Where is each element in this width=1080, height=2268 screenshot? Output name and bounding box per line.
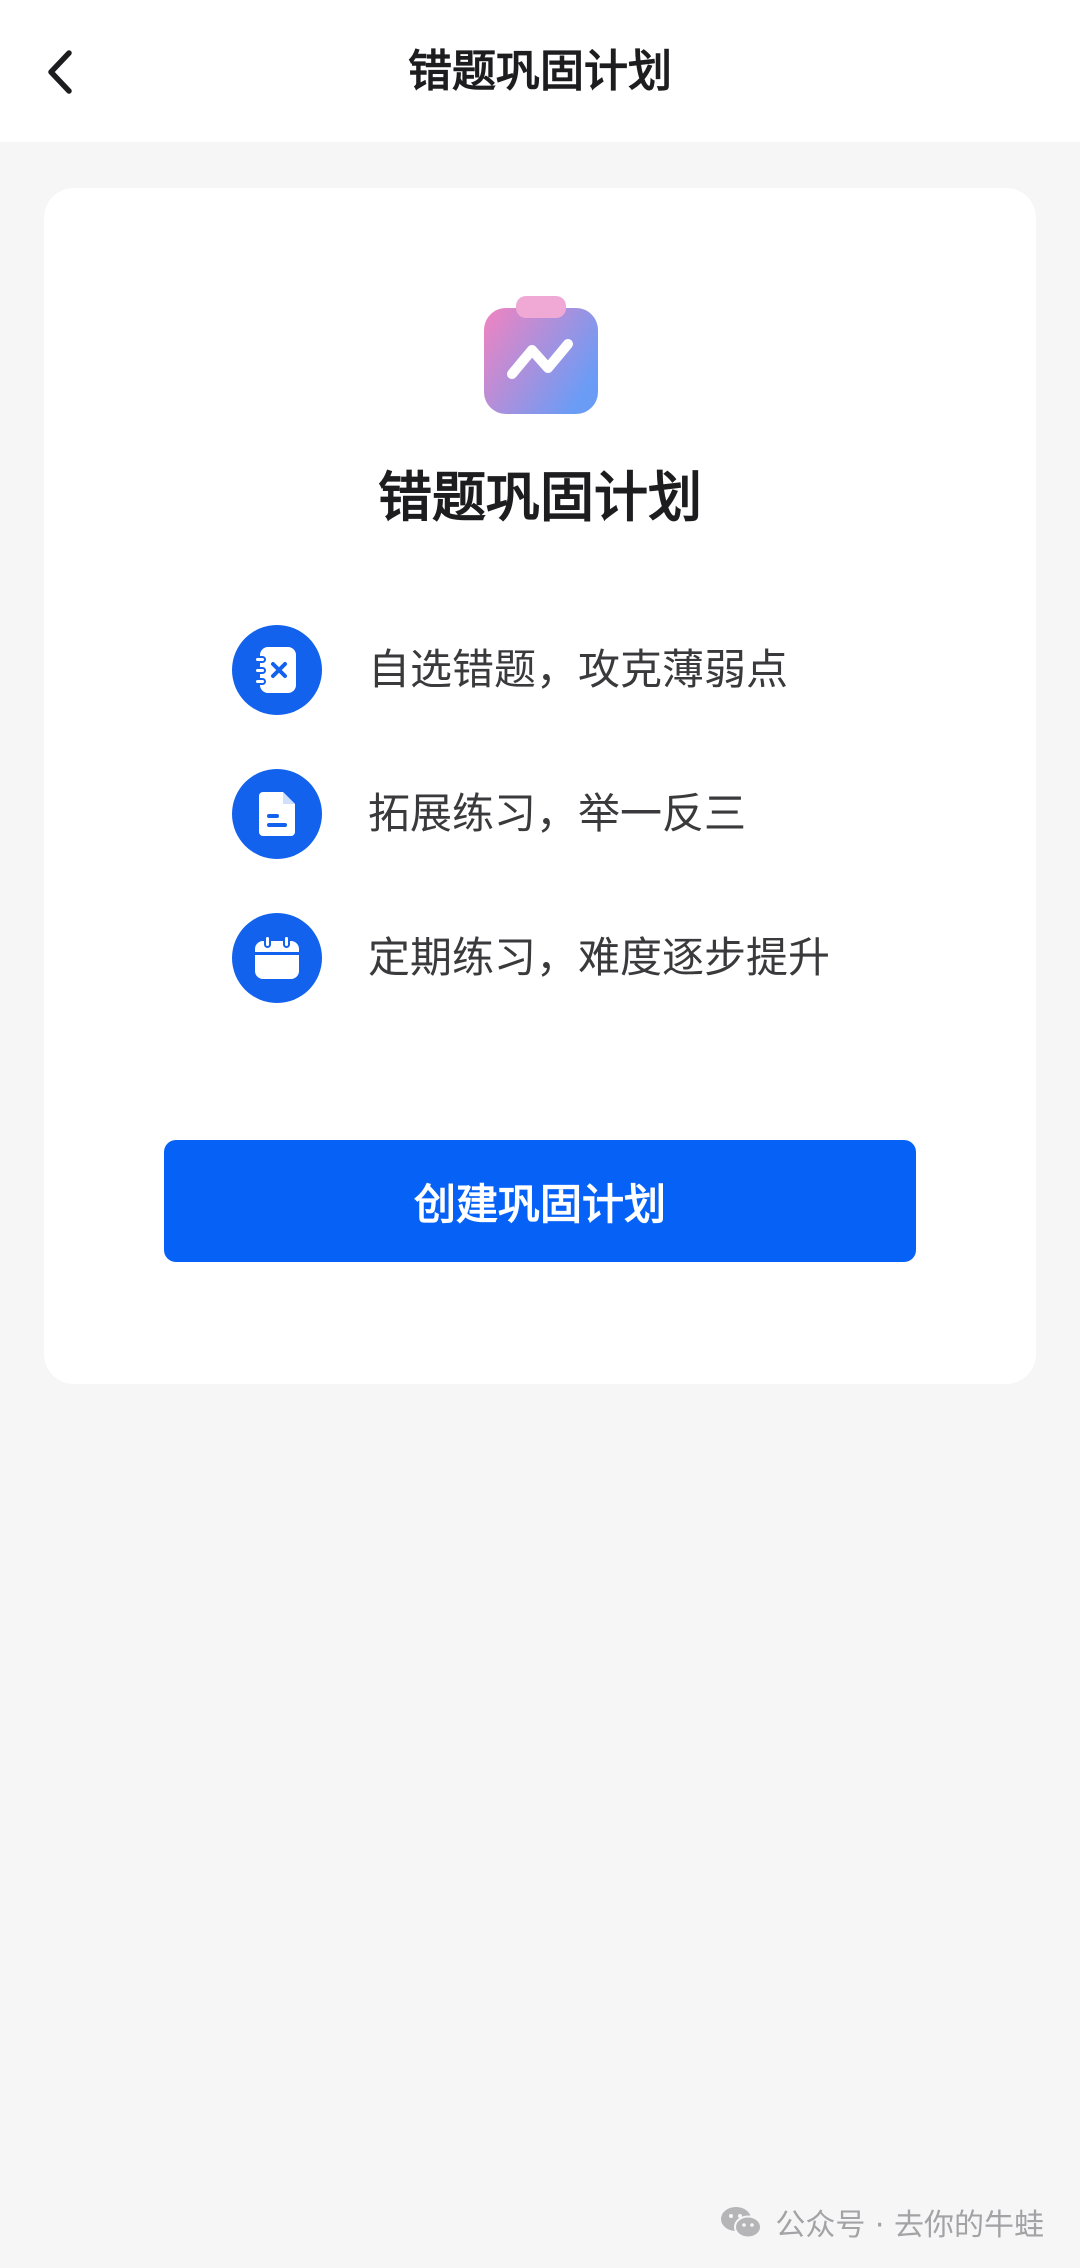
feature-text: 拓展练习，举一反三 [368,789,747,838]
feature-text: 自选错题，攻克薄弱点 [368,645,789,694]
top-nav-bar: 错题巩固计划 [0,0,1080,142]
watermark-text: 公众号 · 去你的牛蛙 [775,2208,1044,2243]
document-icon [232,769,322,859]
calendar-icon [232,913,322,1003]
wechat-icon [721,2207,763,2239]
feature-item-periodic-practice: 定期练习，难度逐步提升 [232,912,830,1004]
feature-item-extended-practice: 拓展练习，举一反三 [232,768,746,860]
page-title: 错题巩固计划 [408,46,672,97]
watermark: 公众号 · 去你的牛蛙 [719,2200,1044,2244]
feature-item-select-mistakes: 自选错题，攻克薄弱点 [232,624,788,716]
clipboard-chart-icon [484,296,598,414]
card-title: 错题巩固计划 [378,466,702,529]
plan-intro-card: 错题巩固计划 自选错题，攻克薄弱点 拓展练习，举一反三 定期练习，难度逐步提升 … [44,188,1036,1384]
feature-text: 定期练习，难度逐步提升 [368,933,831,982]
create-plan-button[interactable]: 创建巩固计划 [164,1140,916,1262]
notebook-x-icon [232,625,322,715]
